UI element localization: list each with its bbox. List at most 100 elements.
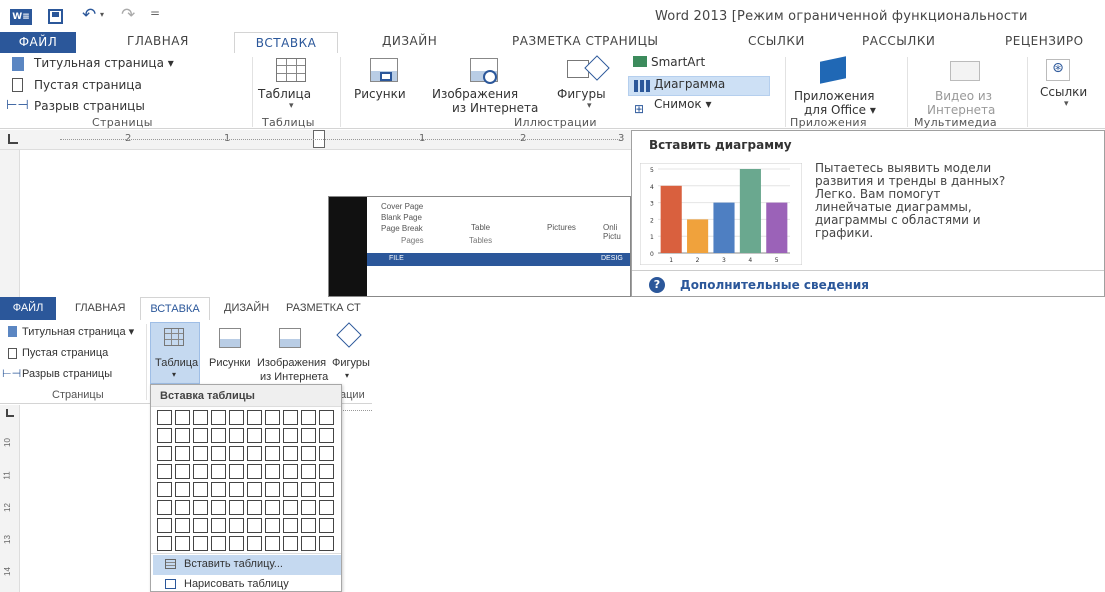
table-button[interactable]: Таблица <box>258 87 311 101</box>
tab-design[interactable]: ДИЗАЙН <box>382 34 437 48</box>
table-grid-cell[interactable] <box>283 518 298 533</box>
table-grid-cell[interactable] <box>283 482 298 497</box>
table-grid-cell[interactable] <box>175 446 190 461</box>
table-grid-cell[interactable] <box>157 446 172 461</box>
blank-page-button[interactable]: Пустая страница <box>22 347 108 359</box>
ruler-tab-selector[interactable] <box>8 134 18 144</box>
table-grid-cell[interactable] <box>229 536 244 551</box>
table-grid-cell[interactable] <box>175 536 190 551</box>
table-grid-cell[interactable] <box>211 428 226 443</box>
table-grid-cell[interactable] <box>301 518 316 533</box>
table-grid-cell[interactable] <box>193 536 208 551</box>
table-grid-cell[interactable] <box>301 410 316 425</box>
customize-qat-icon[interactable]: = <box>150 6 160 20</box>
table-grid-cell[interactable] <box>157 482 172 497</box>
table-grid-cell[interactable] <box>283 410 298 425</box>
shapes-dropdown-icon[interactable]: ▾ <box>345 371 349 380</box>
table-grid-cell[interactable] <box>193 410 208 425</box>
table-grid-cell[interactable] <box>247 446 262 461</box>
online-pictures-button[interactable]: Изображения <box>432 87 518 101</box>
table-grid-cell[interactable] <box>157 500 172 515</box>
tooltip-more-link[interactable]: Дополнительные сведения <box>680 278 869 292</box>
table-grid-cell[interactable] <box>175 410 190 425</box>
tab-layout[interactable]: РАЗМЕТКА СТ <box>286 302 361 314</box>
table-grid-cell[interactable] <box>229 464 244 479</box>
table-grid-cell[interactable] <box>229 482 244 497</box>
tab-home[interactable]: ГЛАВНАЯ <box>127 34 189 48</box>
pictures-button[interactable]: Рисунки <box>209 357 251 369</box>
table-grid-cell[interactable] <box>211 482 226 497</box>
table-grid-cell[interactable] <box>247 428 262 443</box>
table-grid-cell[interactable] <box>247 482 262 497</box>
table-grid-cell[interactable] <box>319 428 334 443</box>
tab-file[interactable]: ФАЙЛ <box>0 32 76 53</box>
table-grid-cell[interactable] <box>283 428 298 443</box>
table-grid-cell[interactable] <box>229 446 244 461</box>
table-grid-cell[interactable] <box>229 518 244 533</box>
table-grid-cell[interactable] <box>157 428 172 443</box>
title-page-button[interactable]: Титульная страница ▾ <box>34 56 174 70</box>
draw-table-item[interactable]: Нарисовать таблицу <box>184 578 289 590</box>
tab-layout[interactable]: РАЗМЕТКА СТРАНИЦЫ <box>512 34 659 48</box>
table-size-grid[interactable] <box>157 410 334 551</box>
tab-design[interactable]: ДИЗАЙН <box>224 302 269 314</box>
table-grid-cell[interactable] <box>247 410 262 425</box>
table-grid-cell[interactable] <box>157 410 172 425</box>
undo-icon[interactable]: ↶ <box>82 5 96 25</box>
table-grid-cell[interactable] <box>193 428 208 443</box>
smartart-button[interactable]: SmartArt <box>651 55 705 69</box>
save-icon[interactable] <box>48 9 63 24</box>
online-pictures-button[interactable]: Изображения <box>257 357 326 369</box>
table-grid-cell[interactable] <box>247 536 262 551</box>
table-grid-cell[interactable] <box>319 446 334 461</box>
tab-review[interactable]: РЕЦЕНЗИРО <box>1005 34 1084 48</box>
table-grid-cell[interactable] <box>211 410 226 425</box>
table-grid-cell[interactable] <box>319 518 334 533</box>
table-grid-cell[interactable] <box>175 500 190 515</box>
table-grid-cell[interactable] <box>157 518 172 533</box>
table-grid-cell[interactable] <box>157 464 172 479</box>
table-grid-cell[interactable] <box>265 428 280 443</box>
tab-insert[interactable]: ВСТАВКА <box>234 32 338 54</box>
table-grid-cell[interactable] <box>175 428 190 443</box>
table-grid-cell[interactable] <box>265 518 280 533</box>
tab-insert[interactable]: ВСТАВКА <box>140 297 210 321</box>
table-grid-cell[interactable] <box>319 410 334 425</box>
table-grid-cell[interactable] <box>301 446 316 461</box>
links-dropdown-icon[interactable]: ▾ <box>1064 99 1069 109</box>
table-grid-cell[interactable] <box>265 410 280 425</box>
blank-page-button[interactable]: Пустая страница <box>34 78 142 92</box>
table-grid-cell[interactable] <box>301 536 316 551</box>
table-grid-cell[interactable] <box>283 446 298 461</box>
table-grid-cell[interactable] <box>211 446 226 461</box>
apps-button[interactable]: Приложения <box>794 89 875 103</box>
page-break-button[interactable]: Разрыв страницы <box>34 99 145 113</box>
redo-icon[interactable]: ↷ <box>121 5 135 25</box>
table-grid-cell[interactable] <box>301 428 316 443</box>
table-grid-cell[interactable] <box>211 518 226 533</box>
links-button[interactable]: Ссылки <box>1040 85 1087 99</box>
table-grid-cell[interactable] <box>175 518 190 533</box>
table-grid-cell[interactable] <box>283 500 298 515</box>
chart-button[interactable]: Диаграмма <box>654 77 725 91</box>
table-grid-cell[interactable] <box>229 500 244 515</box>
table-grid-cell[interactable] <box>301 482 316 497</box>
table-grid-cell[interactable] <box>283 464 298 479</box>
ruler-tab-selector[interactable] <box>6 409 14 417</box>
table-grid-cell[interactable] <box>283 536 298 551</box>
table-grid-cell[interactable] <box>193 500 208 515</box>
table-button[interactable]: Таблица <box>155 357 198 369</box>
table-grid-cell[interactable] <box>247 464 262 479</box>
shapes-button[interactable]: Фигуры <box>557 87 606 101</box>
table-grid-cell[interactable] <box>193 518 208 533</box>
table-grid-cell[interactable] <box>247 518 262 533</box>
shapes-button[interactable]: Фигуры <box>332 357 370 369</box>
table-grid-cell[interactable] <box>229 410 244 425</box>
table-dropdown-icon[interactable]: ▾ <box>172 370 176 379</box>
table-grid-cell[interactable] <box>301 500 316 515</box>
shapes-dropdown-icon[interactable]: ▾ <box>587 101 592 111</box>
table-grid-cell[interactable] <box>193 446 208 461</box>
table-grid-cell[interactable] <box>211 536 226 551</box>
tab-home[interactable]: ГЛАВНАЯ <box>75 302 125 314</box>
table-grid-cell[interactable] <box>301 464 316 479</box>
